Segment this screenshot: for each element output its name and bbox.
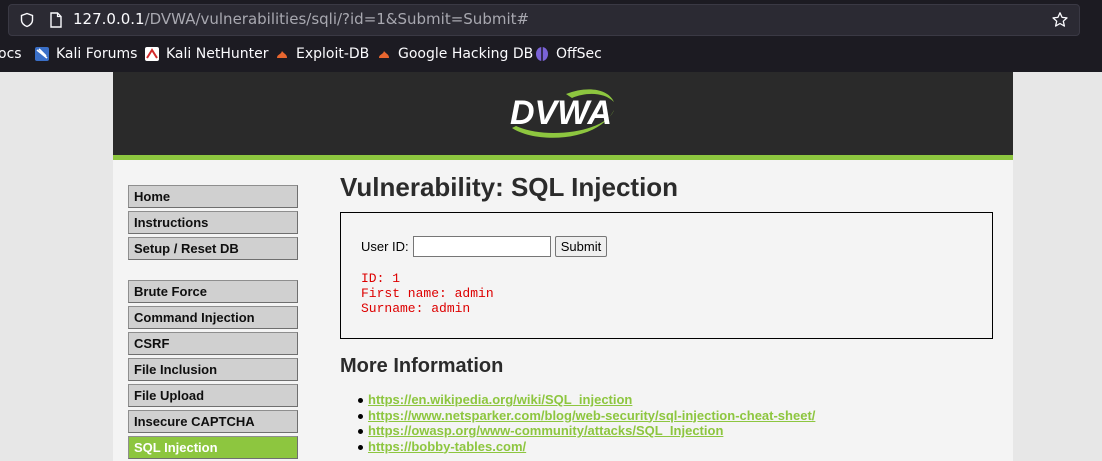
menu-item-setup-reset-db[interactable]: Setup / Reset DB xyxy=(128,237,298,260)
bookmark-label: Google Hacking DB xyxy=(398,46,534,62)
shield-icon[interactable] xyxy=(19,12,35,28)
bookmarks-bar: ocs Kali Forums Kali NetHunter Exploit-D… xyxy=(0,40,1102,72)
logo-text: DVWA xyxy=(510,94,612,132)
exploit-db-icon xyxy=(277,51,287,58)
user-id-label: User ID: xyxy=(361,239,409,254)
menu-item-instructions[interactable]: Instructions xyxy=(128,211,298,234)
dvwa-logo[interactable]: DVWA xyxy=(506,82,621,142)
result-surname: Surname: admin xyxy=(361,301,471,316)
menu-item-brute-force[interactable]: Brute Force xyxy=(128,280,298,303)
bookmark-label: OffSec xyxy=(556,46,602,62)
url-text[interactable]: 127.0.0.1/DVWA/vulnerabilities/sqli/?id=… xyxy=(73,10,529,28)
menu-item-csrf[interactable]: CSRF xyxy=(128,332,298,355)
bookmark-kali-nethunter[interactable]: Kali NetHunter xyxy=(144,46,268,62)
page-header: DVWA xyxy=(113,72,1013,155)
more-information-heading: More Information xyxy=(340,355,504,377)
bookmark-kali-forums[interactable]: Kali Forums xyxy=(34,46,137,62)
bookmark-star-icon[interactable] xyxy=(1051,11,1069,29)
menu-item-home[interactable]: Home xyxy=(128,185,298,208)
url-path: /DVWA/vulnerabilities/sqli/?id=1&Submit=… xyxy=(144,10,530,28)
result-id: ID: 1 xyxy=(361,271,401,286)
result-first-name: First name: admin xyxy=(361,286,494,301)
menu-item-command-injection[interactable]: Command Injection xyxy=(128,306,298,329)
user-id-input[interactable] xyxy=(413,236,551,257)
kali-forums-icon xyxy=(35,47,49,61)
menu-item-file-upload[interactable]: File Upload xyxy=(128,384,298,407)
url-host: 127.0.0.1 xyxy=(73,10,145,28)
bookmark-docs[interactable]: ocs xyxy=(0,46,22,62)
offsec-icon xyxy=(536,47,548,61)
menu-item-sql-injection[interactable]: SQL Injection xyxy=(128,436,298,459)
bookmark-label: Kali NetHunter xyxy=(166,46,269,62)
ghdb-icon xyxy=(379,51,389,58)
list-item: https://www.netsparker.com/blog/web-secu… xyxy=(357,408,815,424)
link-wikipedia-sqli[interactable]: https://en.wikipedia.org/wiki/SQL_inject… xyxy=(368,392,632,407)
bookmark-ghdb[interactable]: Google Hacking DB xyxy=(376,46,533,62)
bookmark-exploit-db[interactable]: Exploit-DB xyxy=(274,46,369,62)
dvwa-page: DVWA Home Instructions Setup / Reset DB … xyxy=(113,72,1013,461)
submit-button[interactable]: Submit xyxy=(555,236,607,257)
link-owasp-sqli[interactable]: https://owasp.org/www-community/attacks/… xyxy=(368,423,723,438)
page-title: Vulnerability: SQL Injection xyxy=(340,172,679,202)
kali-nethunter-icon xyxy=(145,47,159,61)
bookmark-offsec[interactable]: OffSec xyxy=(534,46,602,62)
menu-item-file-inclusion[interactable]: File Inclusion xyxy=(128,358,298,381)
bookmark-label: Exploit-DB xyxy=(296,46,370,62)
vulnerable-code-area: User ID: Submit ID: 1 First name: admin Su… xyxy=(340,212,993,339)
address-bar[interactable]: 127.0.0.1/DVWA/vulnerabilities/sqli/?id=… xyxy=(8,4,1080,36)
list-item: https://owasp.org/www-community/attacks/… xyxy=(357,423,815,439)
bookmark-label: Kali Forums xyxy=(56,46,138,62)
menu-item-insecure-captcha[interactable]: Insecure CAPTCHA xyxy=(128,410,298,433)
browser-chrome: 127.0.0.1/DVWA/vulnerabilities/sqli/?id=… xyxy=(0,0,1102,72)
link-netsparker-cheat-sheet[interactable]: https://www.netsparker.com/blog/web-secu… xyxy=(368,408,815,423)
query-result: ID: 1 First name: admin Surname: admin xyxy=(361,271,494,316)
list-item: https://en.wikipedia.org/wiki/SQL_inject… xyxy=(357,392,815,408)
page-icon[interactable] xyxy=(49,12,63,28)
link-bobby-tables[interactable]: https://bobby-tables.com/ xyxy=(368,439,526,454)
more-information-links: https://en.wikipedia.org/wiki/SQL_inject… xyxy=(357,392,815,455)
bookmark-label: ocs xyxy=(0,46,22,62)
list-item: https://bobby-tables.com/ xyxy=(357,439,815,455)
header-accent-bar xyxy=(113,155,1013,160)
